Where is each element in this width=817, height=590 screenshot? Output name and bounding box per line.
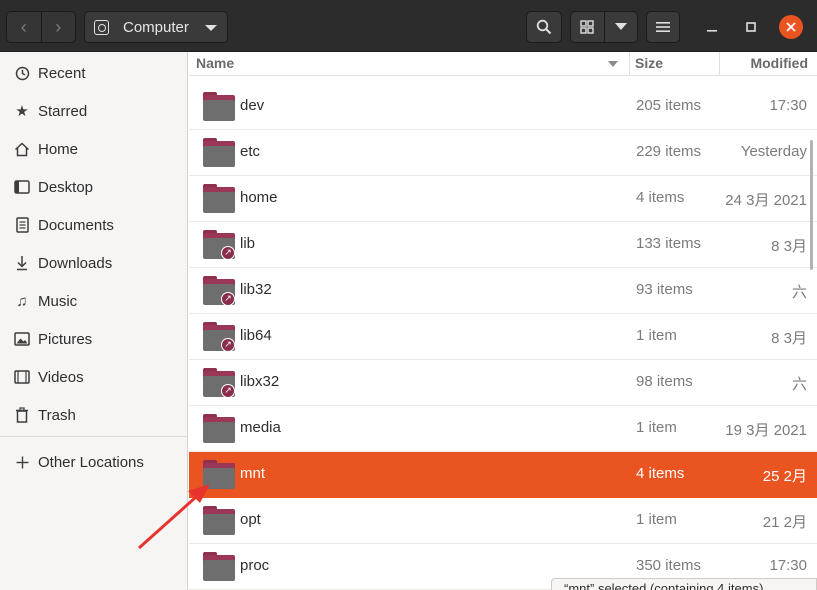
annotation-arrow xyxy=(137,484,210,550)
file-manager-window: ‹ › Computer Recent ★ Starred Home Deskt… xyxy=(0,0,817,590)
